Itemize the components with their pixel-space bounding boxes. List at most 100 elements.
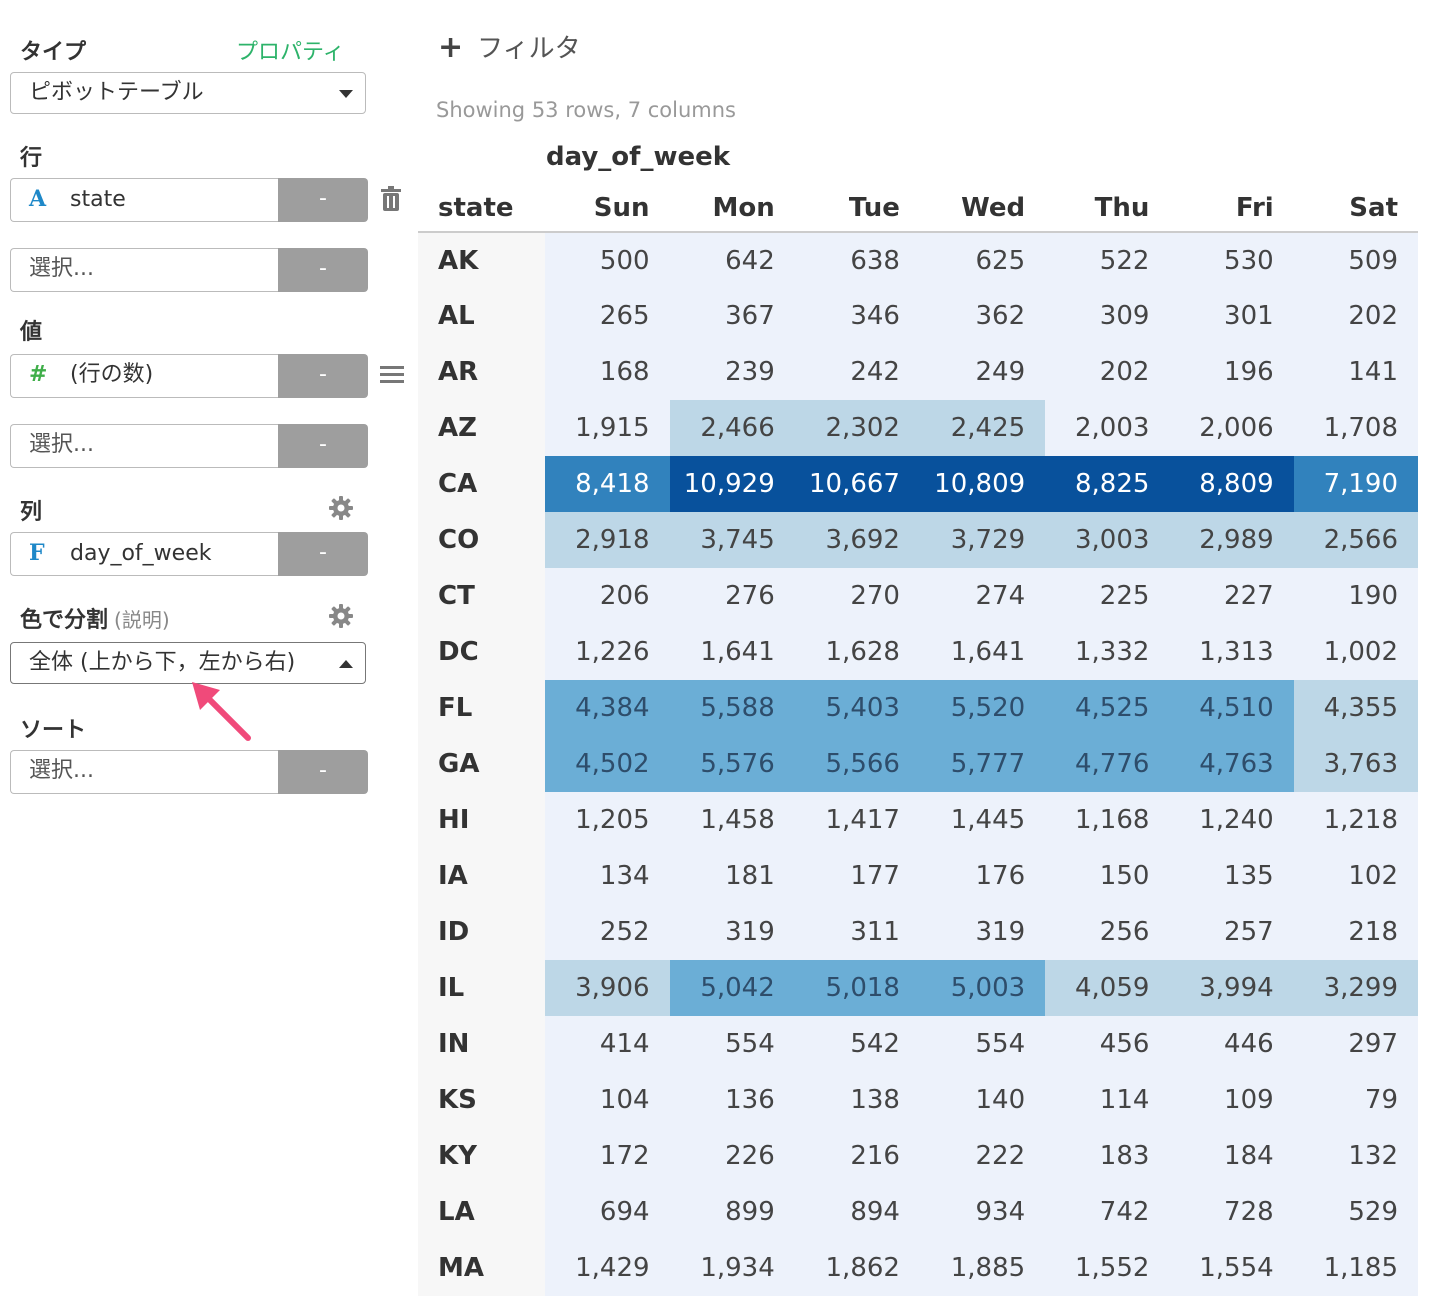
column-header[interactable]: Tue — [795, 180, 920, 232]
trash-icon[interactable] — [380, 186, 402, 212]
table-cell: 319 — [919, 904, 1046, 960]
table-cell: 265 — [545, 288, 670, 344]
table-cell: 135 — [1169, 848, 1294, 904]
table-row: IA 134 181 177 176 150 135 102 — [418, 848, 1418, 904]
pivot-table-panel: + フィルタ Showing 53 rows, 7 columns day_of_… — [418, 0, 1418, 1312]
table-cell: 311 — [794, 904, 920, 960]
table-cell: 190 — [1293, 568, 1418, 624]
table-cell: 1,885 — [919, 1240, 1046, 1296]
rows-select-placeholder: 選択... — [29, 256, 94, 281]
rows-field-pill[interactable]: A state - — [10, 178, 368, 222]
values-remove-button[interactable]: - — [278, 354, 368, 398]
table-cell: 934 — [919, 1184, 1046, 1240]
caret-down-icon — [339, 90, 353, 98]
table-cell: 5,777 — [919, 736, 1046, 792]
sort-select-placeholder: 選択... — [29, 758, 94, 783]
column-header[interactable]: Thu — [1045, 180, 1169, 232]
table-cell: 554 — [919, 1016, 1046, 1072]
table-cell: 894 — [794, 1184, 920, 1240]
table-cell: 172 — [545, 1128, 670, 1184]
table-cell: 3,299 — [1293, 960, 1418, 1016]
table-cell: 252 — [545, 904, 670, 960]
table-cell: 1,429 — [545, 1240, 670, 1296]
properties-link[interactable]: プロパティ — [236, 34, 345, 66]
table-cell: 8,825 — [1045, 456, 1170, 512]
settings-sidebar: タイプ プロパティ ピボットテーブル 行 A state - 選択... - 値… — [0, 0, 420, 1312]
type-label: タイプ — [20, 40, 87, 65]
values-select-remove-button[interactable]: - — [278, 424, 368, 468]
rows-select-remove-button[interactable]: - — [278, 248, 368, 292]
add-filter-button[interactable]: + フィルタ — [438, 28, 581, 65]
table-cell: 554 — [669, 1016, 795, 1072]
table-cell: 4,776 — [1045, 736, 1170, 792]
table-cell: 642 — [669, 232, 795, 288]
row-label: FL — [418, 680, 546, 736]
table-cell: 456 — [1045, 1016, 1170, 1072]
gear-icon[interactable] — [328, 603, 354, 629]
column-header[interactable]: Sun — [545, 180, 669, 232]
table-cell: 5,576 — [669, 736, 795, 792]
rows-select-pill[interactable]: 選択... - — [10, 248, 368, 292]
table-cell: 3,729 — [919, 512, 1046, 568]
table-cell: 249 — [919, 344, 1046, 400]
values-field-pill[interactable]: # (行の数) - — [10, 354, 368, 398]
table-cell: 4,510 — [1169, 680, 1294, 736]
table-row: DC 1,226 1,641 1,628 1,641 1,332 1,313 1,002 — [418, 624, 1418, 680]
table-cell: 184 — [1169, 1128, 1294, 1184]
table-body: AK 500 642 638 625 522 530 509 AL 265 367 346 362 309… — [418, 232, 1418, 1296]
column-header[interactable]: Mon — [670, 180, 795, 232]
plus-icon: + — [438, 30, 464, 65]
table-cell: 1,934 — [669, 1240, 795, 1296]
table-cell: 10,929 — [669, 456, 795, 512]
chart-type-select[interactable]: ピボットテーブル — [10, 72, 366, 114]
table-cell: 5,520 — [919, 680, 1046, 736]
menu-icon[interactable] — [380, 364, 404, 386]
table-cell: 222 — [919, 1128, 1046, 1184]
table-cell: 638 — [794, 232, 920, 288]
gear-icon[interactable] — [328, 495, 354, 521]
table-cell: 274 — [919, 568, 1046, 624]
table-cell: 2,006 — [1169, 400, 1294, 456]
table-row: ID 252 319 311 319 256 257 218 — [418, 904, 1418, 960]
column-header[interactable]: Fri — [1169, 180, 1293, 232]
columns-remove-button[interactable]: - — [278, 532, 368, 576]
rows-remove-button[interactable]: - — [278, 178, 368, 222]
table-cell: 102 — [1293, 848, 1418, 904]
row-label: CO — [418, 512, 546, 568]
values-field-body: # (行の数) — [10, 354, 279, 398]
table-cell: 694 — [545, 1184, 670, 1240]
sort-remove-button[interactable]: - — [278, 750, 368, 794]
color-split-help-link[interactable]: (説明) — [114, 608, 170, 632]
row-label: KS — [418, 1072, 546, 1128]
table-cell: 168 — [545, 344, 670, 400]
row-label: AL — [418, 288, 546, 344]
table-cell: 3,763 — [1293, 736, 1418, 792]
table-cell: 367 — [669, 288, 795, 344]
text-type-icon: A — [29, 186, 47, 212]
table-cell: 239 — [669, 344, 795, 400]
column-group-header: day_of_week — [546, 142, 731, 172]
table-cell: 1,240 — [1169, 792, 1294, 848]
table-row: KY 172 226 216 222 183 184 132 — [418, 1128, 1418, 1184]
rows-info: Showing 53 rows, 7 columns — [436, 98, 736, 122]
values-select-pill[interactable]: 選択... - — [10, 424, 368, 468]
table-header-row: state Sun Mon Tue Wed Thu Fri Sat — [418, 180, 1418, 232]
rows-select-body: 選択... — [10, 248, 279, 292]
table-cell: 899 — [669, 1184, 795, 1240]
table-cell: 202 — [1293, 288, 1418, 344]
row-label: IL — [418, 960, 546, 1016]
table-cell: 4,384 — [545, 680, 670, 736]
table-cell: 346 — [794, 288, 920, 344]
column-header[interactable]: Sat — [1294, 180, 1418, 232]
column-header[interactable]: Wed — [920, 180, 1045, 232]
columns-field-pill[interactable]: F day_of_week - — [10, 532, 368, 576]
values-label: 値 — [20, 320, 43, 345]
values-field-name: (行の数) — [70, 362, 154, 387]
table-cell: 5,403 — [794, 680, 920, 736]
row-label: AK — [418, 232, 546, 288]
sort-select-pill[interactable]: 選択... - — [10, 750, 368, 794]
table-cell: 1,628 — [794, 624, 920, 680]
table-row: AK 500 642 638 625 522 530 509 — [418, 232, 1418, 288]
table-cell: 257 — [1169, 904, 1294, 960]
chart-type-value: ピボットテーブル — [29, 80, 204, 105]
